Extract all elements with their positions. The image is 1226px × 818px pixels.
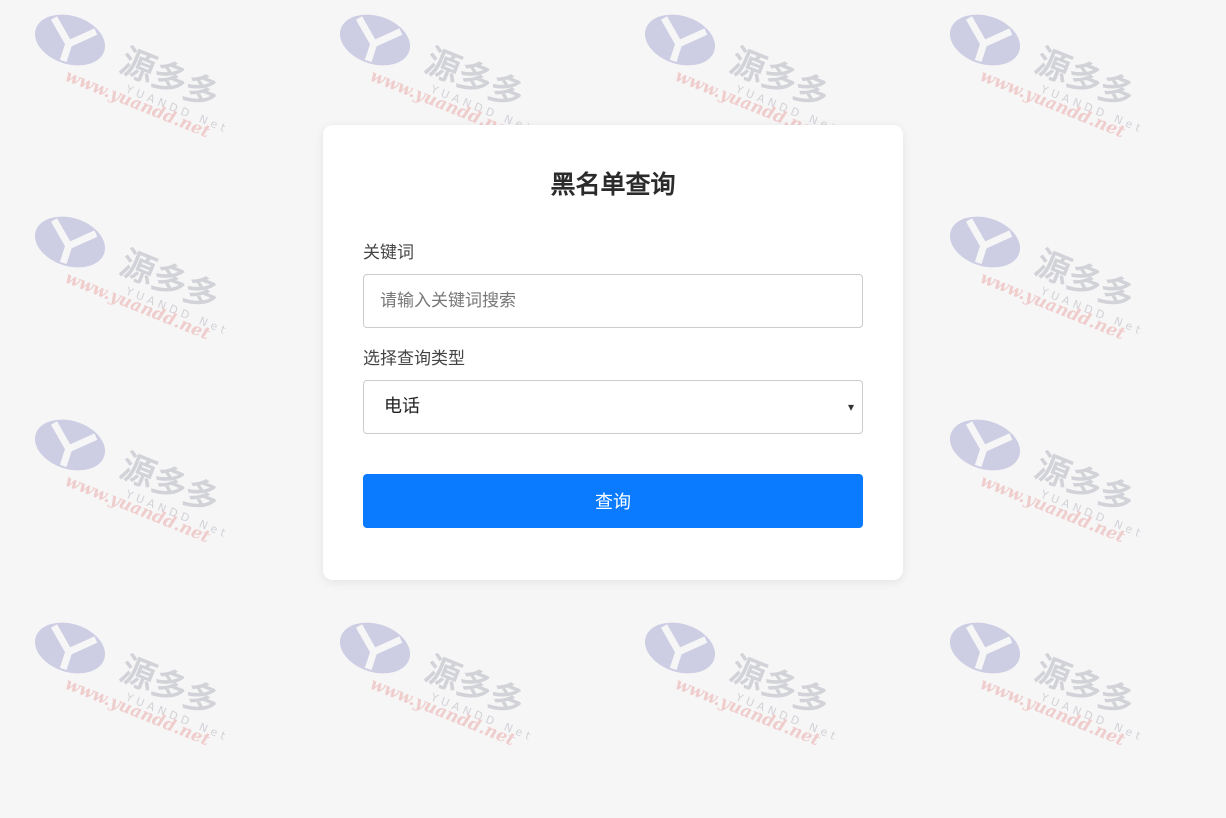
svg-text:源多多: 源多多 xyxy=(115,446,225,521)
svg-text:www.yuandd.net: www.yuandd.net xyxy=(977,471,1128,547)
svg-text:YUANDD Net: YUANDD Net xyxy=(123,690,231,744)
svg-text:源多多: 源多多 xyxy=(1030,446,1140,521)
svg-text:www.yuandd.net: www.yuandd.net xyxy=(672,674,823,750)
svg-text:www.yuandd.net: www.yuandd.net xyxy=(367,674,518,750)
page: 源多多 YUANDD Net www.yuandd.net 源多多 YUANDD Net… xyxy=(0,0,1226,818)
svg-text:源多多: 源多多 xyxy=(725,649,835,724)
svg-text:源多多: 源多多 xyxy=(420,41,530,116)
search-button[interactable]: 查询 xyxy=(363,474,863,528)
svg-text:源多多: 源多多 xyxy=(1030,41,1140,116)
watermark-logo: 源多多YUANDD Netwww.yuandd.net xyxy=(640,618,870,768)
svg-text:YUANDD Net: YUANDD Net xyxy=(1038,487,1146,541)
svg-text:YUANDD Net: YUANDD Net xyxy=(123,487,231,541)
svg-text:www.yuandd.net: www.yuandd.net xyxy=(62,674,213,750)
watermark-logo: 源多多YUANDD Netwww.yuandd.net xyxy=(30,415,260,565)
svg-text:www.yuandd.net: www.yuandd.net xyxy=(62,268,213,344)
page-title: 黑名单查询 xyxy=(550,170,676,199)
svg-text:YUANDD Net: YUANDD Net xyxy=(428,690,536,744)
svg-text:YUANDD Net: YUANDD Net xyxy=(1038,284,1146,338)
search-card: 黑名单查询 关键词 选择查询类型 电话 ▾ 查询 xyxy=(323,125,903,580)
keyword-input[interactable] xyxy=(363,274,863,328)
svg-text:源多多: 源多多 xyxy=(115,41,225,116)
svg-text:源多多: 源多多 xyxy=(115,243,225,318)
chevron-down-icon: ▾ xyxy=(847,400,854,414)
svg-text:www.yuandd.net: www.yuandd.net xyxy=(977,268,1128,344)
svg-text:YUANDD Net: YUANDD Net xyxy=(1038,690,1146,744)
watermark-logo: 源多多YUANDD Netwww.yuandd.net xyxy=(30,212,260,362)
svg-text:YUANDD Net: YUANDD Net xyxy=(1038,82,1146,136)
watermark-logo: 源多多YUANDD Netwww.yuandd.net xyxy=(945,212,1175,362)
watermark-logo: 源多多YUANDD Netwww.yuandd.net xyxy=(30,618,260,768)
svg-text:源多多: 源多多 xyxy=(725,41,835,116)
svg-text:源多多: 源多多 xyxy=(420,649,530,724)
query-type-label: 选择查询类型 xyxy=(363,349,465,369)
watermark-logo: 源多多YUANDD Netwww.yuandd.net xyxy=(335,618,565,768)
keyword-label: 关键词 xyxy=(363,243,414,263)
watermark-logo: 源多多YUANDD Netwww.yuandd.net xyxy=(945,415,1175,565)
svg-text:www.yuandd.net: www.yuandd.net xyxy=(62,66,213,142)
svg-text:源多多: 源多多 xyxy=(115,649,225,724)
svg-text:www.yuandd.net: www.yuandd.net xyxy=(977,66,1128,142)
svg-text:YUANDD Net: YUANDD Net xyxy=(123,82,231,136)
svg-text:www.yuandd.net: www.yuandd.net xyxy=(62,471,213,547)
query-type-selected-value: 电话 xyxy=(384,396,420,417)
svg-text:www.yuandd.net: www.yuandd.net xyxy=(977,674,1128,750)
query-type-select[interactable]: 电话 ▾ xyxy=(363,380,863,434)
svg-text:YUANDD Net: YUANDD Net xyxy=(123,284,231,338)
svg-text:源多多: 源多多 xyxy=(1030,243,1140,318)
watermark-logo: 源多多YUANDD Netwww.yuandd.net xyxy=(30,10,260,160)
watermark-logo: 源多多YUANDD Netwww.yuandd.net xyxy=(945,618,1175,768)
svg-text:源多多: 源多多 xyxy=(1030,649,1140,724)
svg-text:YUANDD Net: YUANDD Net xyxy=(733,690,841,744)
watermark-logo: 源多多YUANDD Netwww.yuandd.net xyxy=(945,10,1175,160)
